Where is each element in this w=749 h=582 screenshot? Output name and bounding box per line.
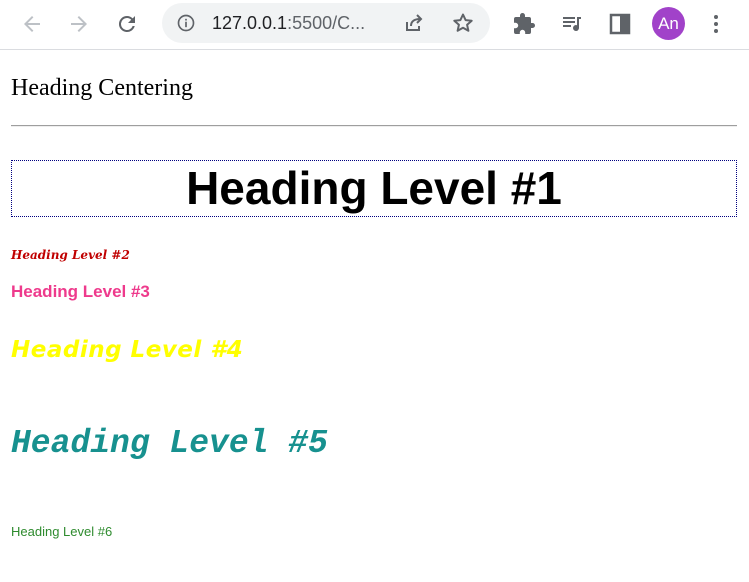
media-queue-icon[interactable] [557, 9, 587, 39]
back-icon[interactable] [17, 9, 47, 39]
heading-level-3: Heading Level #3 [11, 282, 150, 301]
heading-level-5: Heading Level #5 [11, 425, 328, 462]
page-title: Heading Centering [11, 75, 193, 101]
share-icon[interactable] [402, 11, 426, 35]
forward-icon[interactable] [64, 9, 94, 39]
horizontal-rule [11, 125, 737, 127]
url-path: :5500/C... [287, 13, 366, 33]
side-panel-icon[interactable] [605, 9, 635, 39]
reload-icon[interactable] [112, 9, 142, 39]
profile-avatar[interactable]: An [652, 7, 685, 40]
browser-toolbar: 127.0.0.1:5500/C... An [0, 0, 749, 50]
heading-level-2: Heading Level #2 [11, 248, 130, 262]
menu-icon[interactable] [701, 9, 731, 39]
heading-level-1: Heading Level #1 [11, 160, 737, 217]
bookmark-star-icon[interactable] [451, 11, 475, 35]
heading-level-6: Heading Level #6 [11, 524, 113, 539]
url-text[interactable]: 127.0.0.1:5500/C... [212, 12, 365, 34]
extensions-icon[interactable] [509, 9, 539, 39]
url-host: 127.0.0.1 [212, 13, 288, 33]
heading-level-4: Heading Level #4 [11, 337, 244, 363]
address-bar[interactable]: 127.0.0.1:5500/C... [162, 3, 490, 43]
info-icon[interactable] [176, 13, 196, 33]
